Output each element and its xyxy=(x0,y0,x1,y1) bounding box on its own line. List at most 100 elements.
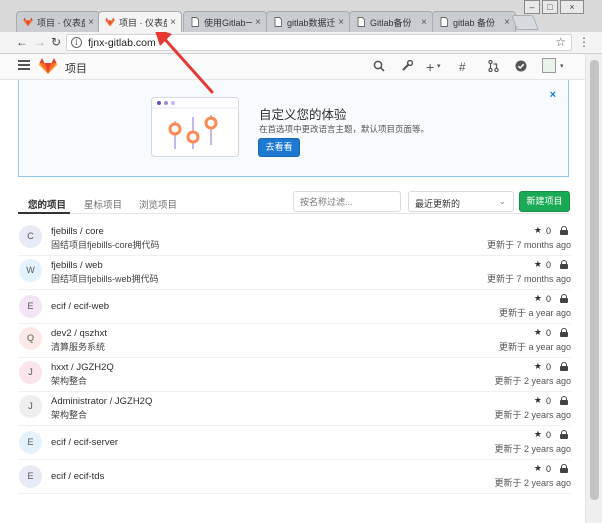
project-row[interactable]: Eecif / ecif-server ★ 0 更新于 2 years ago xyxy=(18,426,571,460)
project-avatar[interactable]: J xyxy=(19,395,42,418)
star-icon: ★ xyxy=(533,361,542,371)
sort-dropdown[interactable]: 最近更新的 ⌄ xyxy=(408,191,514,212)
browser-menu-icon[interactable]: ⋮ xyxy=(578,35,590,49)
project-description: 固结项目fjebills-core拥代码 xyxy=(51,240,160,250)
tab-close-icon[interactable]: × xyxy=(255,17,261,28)
project-name[interactable]: fjebills / core xyxy=(51,226,104,237)
project-stats: ★ 0 xyxy=(534,361,568,372)
gitlab-logo[interactable] xyxy=(39,58,57,74)
bookmark-star-icon[interactable]: ☆ xyxy=(555,35,566,49)
project-avatar[interactable]: E xyxy=(19,295,42,318)
url-field[interactable]: i fjnx-gitlab.com xyxy=(66,34,572,51)
user-chevron-down-icon[interactable]: ▾ xyxy=(560,58,564,76)
lock-icon xyxy=(560,430,568,439)
browser-tab[interactable]: Gitlab备份 × xyxy=(349,11,433,32)
browser-tab[interactable]: gitlab数据迁 × xyxy=(266,11,350,32)
page-title: 项目 xyxy=(65,63,87,75)
customize-illustration xyxy=(151,97,239,157)
project-row[interactable]: Cfjebills / core 固结项目fjebills-core拥代码 ★ 0 更新… xyxy=(18,222,571,256)
browser-tab[interactable]: 项目 · 仪表盘 × xyxy=(16,11,100,32)
window-close-button[interactable]: × xyxy=(560,0,584,14)
user-avatar[interactable] xyxy=(542,58,556,73)
project-row[interactable]: Qdev2 / qszhxt 清算服务系统 ★ 0 更新于 a year ago xyxy=(18,324,571,358)
project-avatar[interactable]: J xyxy=(19,361,42,384)
banner-go-button[interactable]: 去看看 xyxy=(258,138,300,157)
project-description: 架构整合 xyxy=(51,376,88,386)
todo-check-icon[interactable] xyxy=(515,60,527,72)
star-icon: ★ xyxy=(533,293,542,303)
tab-starred-projects[interactable]: 星标项目 xyxy=(84,197,122,211)
issues-hash-icon[interactable]: # xyxy=(459,58,466,76)
new-project-button[interactable]: 新建项目 xyxy=(519,191,570,212)
maximize-button[interactable]: □ xyxy=(542,0,558,14)
merge-request-icon[interactable] xyxy=(488,60,499,72)
project-avatar[interactable]: C xyxy=(19,225,42,248)
reload-icon[interactable]: ↻ xyxy=(51,35,61,50)
lock-icon xyxy=(560,226,568,235)
project-updated: 更新于 a year ago xyxy=(498,308,571,318)
project-avatar[interactable]: W xyxy=(19,259,42,282)
star-icon: ★ xyxy=(533,429,542,439)
tab-close-icon[interactable]: × xyxy=(504,17,510,28)
site-info-icon[interactable]: i xyxy=(71,37,82,48)
lock-icon xyxy=(560,294,568,303)
filter-by-name-input[interactable] xyxy=(293,191,401,212)
browser-tab-strip: 项目 · 仪表盘 × 项目 · 仪表盘 × 使用Gitlab一 × gitlab数据迁 × Gi… xyxy=(0,0,602,32)
project-name[interactable]: ecif / ecif-web xyxy=(51,301,109,312)
plus-icon[interactable]: + xyxy=(426,58,434,76)
project-stats: ★ 0 xyxy=(534,225,568,236)
tab-close-icon[interactable]: × xyxy=(88,17,94,28)
project-row[interactable]: J Administrator / JGZH2Q 架构整合 ★ 0 更新于 2 years… xyxy=(18,392,571,426)
star-icon: ★ xyxy=(533,395,542,405)
project-row[interactable]: Eecif / ecif-web ★ 0 更新于 a year ago xyxy=(18,290,571,324)
project-row[interactable]: Wfjebills / web 固结项目fjebills-web拥代码 ★ 0 更新于 … xyxy=(18,256,571,290)
project-updated: 更新于 a year ago xyxy=(498,342,571,352)
customize-banner: 自定义您的体验 在首选项中更改语言主题，默认项目页面等。 去看看 × xyxy=(18,80,569,177)
minimize-button[interactable]: – xyxy=(524,0,540,14)
project-name[interactable]: Administrator / JGZH2Q xyxy=(51,396,152,407)
project-name[interactable]: ecif / ecif-tds xyxy=(51,471,104,482)
project-name[interactable]: hxxt / JGZH2Q xyxy=(51,362,114,373)
browser-tab[interactable]: 项目 · 仪表盘 × xyxy=(98,11,182,32)
tab-your-projects[interactable]: 您的项目 xyxy=(28,197,66,211)
project-row[interactable]: Eecif / ecif-tds ★ 0 更新于 2 years ago xyxy=(18,460,571,494)
gitlab-icon xyxy=(23,17,33,27)
project-updated: 更新于 2 years ago xyxy=(494,376,571,386)
project-description: 架构整合 xyxy=(51,410,88,420)
tab-close-icon[interactable]: × xyxy=(421,17,427,28)
tab-close-icon[interactable]: × xyxy=(170,17,176,28)
project-avatar[interactable]: Q xyxy=(19,327,42,350)
url-text: fjnx-gitlab.com xyxy=(88,36,156,49)
project-avatar[interactable]: E xyxy=(19,431,42,454)
star-count: 0 xyxy=(545,327,551,338)
scrollbar-thumb[interactable] xyxy=(590,60,599,500)
address-bar: ← → ↻ i fjnx-gitlab.com ☆ ⋮ xyxy=(0,32,602,54)
close-icon[interactable]: × xyxy=(550,89,556,101)
banner-title: 自定义您的体验 xyxy=(259,108,347,122)
project-name[interactable]: fjebills / web xyxy=(51,260,103,271)
page-scrollbar[interactable] xyxy=(585,54,602,523)
back-icon[interactable]: ← xyxy=(16,35,28,50)
project-name[interactable]: dev2 / qszhxt xyxy=(51,328,107,339)
forward-icon[interactable]: → xyxy=(34,35,46,50)
annotation-arrow xyxy=(154,28,214,94)
star-count: 0 xyxy=(545,361,551,372)
project-row[interactable]: Jhxxt / JGZH2Q 架构整合 ★ 0 更新于 2 years ago xyxy=(18,358,571,392)
wrench-icon[interactable] xyxy=(401,60,413,72)
star-icon: ★ xyxy=(533,225,542,235)
project-stats: ★ 0 xyxy=(534,327,568,338)
star-icon: ★ xyxy=(533,327,542,337)
hamburger-menu-icon[interactable] xyxy=(18,60,30,70)
browser-tab[interactable]: gitlab 备份 × xyxy=(432,11,516,32)
new-tab-button[interactable] xyxy=(511,15,539,30)
project-name[interactable]: ecif / ecif-server xyxy=(51,437,118,448)
project-avatar[interactable]: E xyxy=(19,465,42,488)
search-icon[interactable] xyxy=(373,60,385,72)
project-updated: 更新于 2 years ago xyxy=(494,410,571,420)
chevron-down-icon[interactable]: ▾ xyxy=(437,58,441,76)
star-count: 0 xyxy=(545,463,551,474)
lock-icon xyxy=(560,464,568,473)
sort-selected-label: 最近更新的 xyxy=(415,199,461,209)
tab-close-icon[interactable]: × xyxy=(338,17,344,28)
tab-explore-projects[interactable]: 浏览项目 xyxy=(139,197,177,211)
